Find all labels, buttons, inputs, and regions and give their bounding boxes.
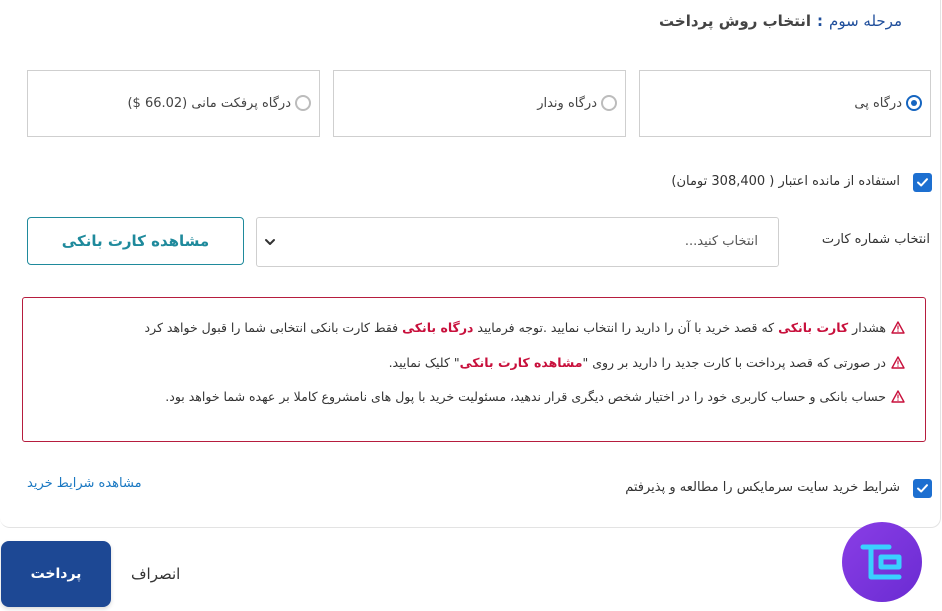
gateway-pay-option[interactable]: درگاه پی bbox=[639, 70, 931, 137]
warning-3-text: حساب بانکی و حساب کاربری خود را در اختیا… bbox=[165, 389, 886, 404]
warning-line-1: هشدار کارت بانکی که قصد خرید با آن را دا… bbox=[145, 320, 906, 335]
card-number-select-value: انتخاب کنید... bbox=[684, 234, 758, 249]
warning-2-prefix: در صورتی که قصد پرداخت با کارت جدید را د… bbox=[582, 355, 886, 370]
check-icon bbox=[917, 484, 928, 493]
warning-box: هشدار کارت بانکی که قصد خرید با آن را دا… bbox=[22, 297, 926, 442]
view-terms-link[interactable]: مشاهده شرایط خرید bbox=[27, 476, 142, 491]
warning-icon bbox=[891, 356, 905, 369]
step-label: مرحله سوم bbox=[829, 12, 902, 30]
gateway-pay-radio[interactable] bbox=[906, 95, 922, 111]
card-number-label: انتخاب شماره کارت bbox=[821, 232, 930, 247]
warning-line-2: در صورتی که قصد پرداخت با کارت جدید را د… bbox=[389, 355, 905, 370]
pay-button[interactable]: پرداخت bbox=[1, 541, 111, 607]
gateway-vandar-radio[interactable] bbox=[601, 95, 617, 111]
warning-icon bbox=[891, 390, 905, 403]
gateway-pay-label: درگاه پی bbox=[854, 95, 902, 111]
payment-panel: مرحله سوم: انتخاب روش پرداخت درگاه پی درگ… bbox=[0, 0, 941, 528]
terms-label: شرایط خرید سایت سرمایکس را مطالعه و پذیر… bbox=[625, 480, 900, 495]
check-icon bbox=[917, 178, 928, 187]
warning-1-mid: که قصد خرید با آن را دارید را انتخاب نما… bbox=[477, 320, 775, 335]
warning-1-bank-card: کارت بانکی bbox=[778, 320, 849, 335]
warning-line-3: حساب بانکی و حساب کاربری خود را در اختیا… bbox=[165, 389, 905, 404]
logo-icon bbox=[842, 522, 922, 602]
gateway-vandar-label: درگاه وندار bbox=[537, 95, 597, 111]
card-number-select[interactable]: انتخاب کنید... bbox=[256, 217, 779, 267]
gateway-vandar-option[interactable]: درگاه وندار bbox=[333, 70, 626, 137]
cancel-button[interactable]: انصراف bbox=[131, 565, 180, 583]
use-credit-label: استفاده از مانده اعتبار ( 308,400 تومان) bbox=[671, 174, 900, 189]
warning-icon bbox=[891, 321, 905, 334]
warning-1-suffix: فقط کارت بانکی انتخابی شما را قبول خواهد… bbox=[144, 320, 399, 335]
gateway-perfectmoney-label: درگاه پرفکت مانی (66.02 $) bbox=[127, 95, 291, 111]
warning-1-prefix: هشدار bbox=[852, 320, 886, 335]
page-title: مرحله سوم: انتخاب روش پرداخت bbox=[659, 12, 902, 30]
chevron-down-icon bbox=[265, 239, 275, 245]
gateway-perfectmoney-radio[interactable] bbox=[295, 95, 311, 111]
use-credit-checkbox[interactable] bbox=[913, 173, 932, 192]
warning-2-view-card: مشاهده کارت بانکی bbox=[459, 355, 583, 370]
terms-checkbox[interactable] bbox=[913, 479, 932, 498]
gateway-perfectmoney-option[interactable]: درگاه پرفکت مانی (66.02 $) bbox=[27, 70, 320, 137]
warning-1-bank-gateway: درگاه بانکی bbox=[402, 320, 474, 335]
view-bank-card-button[interactable]: مشاهده کارت بانکی bbox=[27, 217, 244, 265]
warning-2-suffix: " کلیک نمایید. bbox=[388, 355, 460, 370]
title-separator: : bbox=[817, 12, 824, 30]
title-text: انتخاب روش پرداخت bbox=[659, 12, 812, 30]
